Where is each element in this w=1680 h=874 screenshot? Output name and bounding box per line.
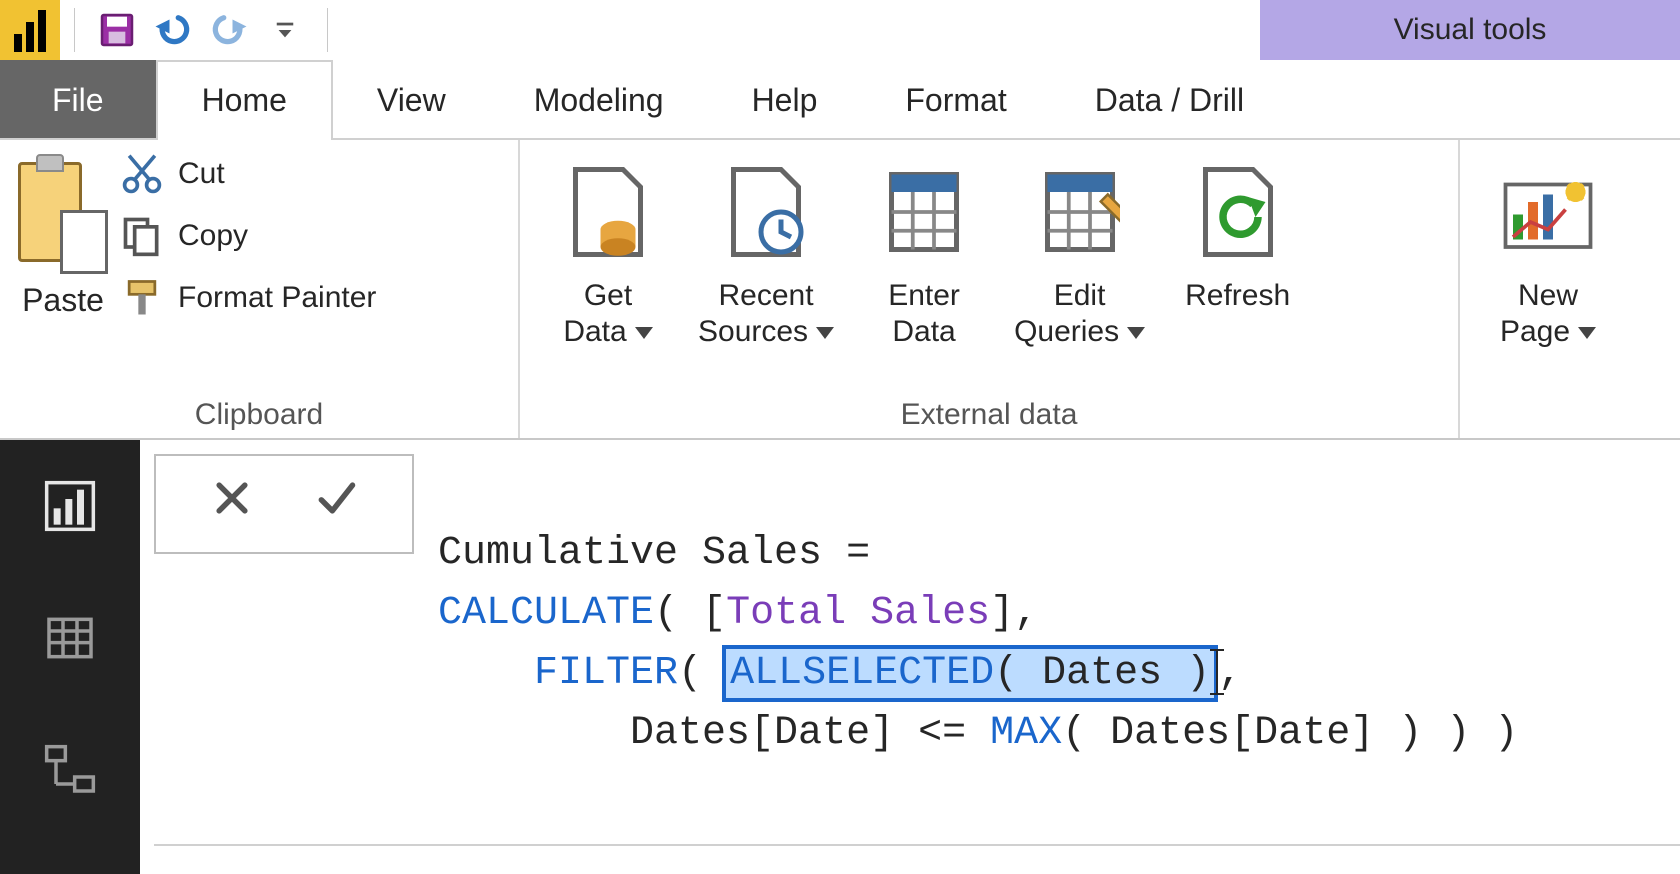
dax-column-ref: Dates[Date] — [1110, 711, 1374, 756]
contextual-tab-header: Visual tools — [1260, 0, 1680, 60]
customize-qat-button[interactable] — [261, 6, 309, 54]
commit-formula-button[interactable] — [314, 476, 358, 532]
dax-measure-name: Cumulative Sales — [438, 531, 822, 576]
separator — [74, 8, 75, 52]
get-data-label: Get Data — [563, 279, 632, 348]
paste-label: Paste — [22, 282, 104, 319]
edit-queries-icon — [1030, 152, 1130, 272]
tab-help[interactable]: Help — [708, 60, 862, 138]
chevron-down-icon — [1578, 314, 1596, 350]
refresh-button[interactable]: Refresh — [1165, 148, 1310, 314]
recent-sources-label: Recent Sources — [698, 279, 814, 348]
edit-queries-button[interactable]: Edit Queries — [994, 148, 1165, 350]
formula-zone: Cumulative Sales = CALCULATE( [Total Sal… — [140, 440, 1680, 874]
refresh-label: Refresh — [1185, 279, 1290, 312]
tab-file[interactable]: File — [0, 60, 156, 138]
separator — [327, 8, 328, 52]
recent-sources-icon — [716, 152, 816, 272]
enter-data-button[interactable]: Enter Data — [854, 148, 994, 350]
copy-icon — [120, 214, 164, 258]
format-painter-icon — [120, 276, 164, 320]
ribbon-group-title: External data — [538, 394, 1440, 434]
ribbon-group-insert: New Page — [1460, 140, 1680, 438]
format-painter-label: Format Painter — [178, 281, 376, 315]
app-logo-icon — [0, 0, 60, 60]
tab-home[interactable]: Home — [156, 60, 333, 138]
undo-button[interactable] — [149, 6, 197, 54]
ribbon-group-title — [1478, 394, 1662, 434]
paste-button[interactable]: Paste — [18, 148, 120, 319]
report-canvas[interactable] — [154, 844, 1680, 874]
model-view-button[interactable] — [34, 734, 106, 806]
qat-left-group — [0, 0, 342, 60]
work-area: Cumulative Sales = CALCULATE( [Total Sal… — [0, 440, 1680, 874]
contextual-tab-label: Visual tools — [1394, 13, 1547, 47]
cut-button[interactable]: Cut — [120, 152, 376, 196]
paste-icon — [18, 154, 108, 274]
new-page-icon — [1498, 152, 1598, 272]
cut-label: Cut — [178, 157, 225, 191]
chevron-down-icon — [816, 314, 834, 350]
dax-token: = — [822, 531, 894, 576]
enter-data-label: Enter Data — [888, 279, 960, 348]
view-switcher-rail — [0, 440, 140, 874]
quick-access-toolbar: Visual tools — [0, 0, 1680, 60]
tab-format[interactable]: Format — [861, 60, 1050, 138]
ribbon-tabs: File Home View Modeling Help Format Data… — [0, 60, 1680, 140]
tab-label: Data / Drill — [1095, 82, 1244, 119]
tab-label: Home — [202, 82, 287, 119]
text-caret-icon — [1216, 649, 1218, 695]
copy-label: Copy — [178, 219, 248, 253]
chevron-down-icon — [1127, 314, 1145, 350]
format-painter-button[interactable]: Format Painter — [120, 276, 376, 320]
tab-label: View — [377, 82, 446, 119]
dax-fn-allselected: ALLSELECTED — [730, 651, 994, 696]
enter-data-icon — [874, 152, 974, 272]
dax-fn-calculate: CALCULATE — [438, 591, 654, 636]
tab-data-drill[interactable]: Data / Drill — [1051, 60, 1288, 138]
scissors-icon — [120, 152, 164, 196]
ribbon: Paste Cut Copy — [0, 140, 1680, 440]
dax-table-ref: Dates — [1042, 651, 1162, 696]
get-data-button[interactable]: Get Data — [538, 148, 678, 350]
new-page-label: New Page — [1500, 279, 1578, 348]
chevron-down-icon — [635, 314, 653, 350]
tab-view[interactable]: View — [333, 60, 490, 138]
tab-label: File — [52, 82, 104, 119]
dax-measure-ref: Total Sales — [726, 591, 990, 636]
edit-queries-label: Edit Queries — [1014, 279, 1119, 348]
formula-editor[interactable]: Cumulative Sales = CALCULATE( [Total Sal… — [414, 454, 1680, 824]
tab-label: Modeling — [534, 82, 664, 119]
cancel-formula-button[interactable] — [210, 476, 254, 532]
dax-column-ref: Dates[Date] — [630, 711, 894, 756]
dax-operator: <= — [918, 711, 966, 756]
save-button[interactable] — [93, 6, 141, 54]
data-view-button[interactable] — [34, 602, 106, 674]
copy-button[interactable]: Copy — [120, 214, 376, 258]
recent-sources-button[interactable]: Recent Sources — [678, 148, 854, 350]
redo-button[interactable] — [205, 6, 253, 54]
ribbon-group-title: Clipboard — [18, 394, 500, 434]
tab-label: Format — [905, 82, 1006, 119]
tab-modeling[interactable]: Modeling — [490, 60, 708, 138]
dax-fn-filter: FILTER — [534, 651, 678, 696]
report-view-button[interactable] — [34, 470, 106, 542]
new-page-button[interactable]: New Page — [1478, 148, 1618, 350]
dax-selection: ALLSELECTED( Dates ) — [726, 649, 1214, 698]
formula-bar-controls — [154, 454, 414, 554]
tab-label: Help — [752, 82, 818, 119]
dax-fn-max: MAX — [990, 711, 1062, 756]
get-data-icon — [558, 152, 658, 272]
ribbon-group-clipboard: Paste Cut Copy — [0, 140, 520, 438]
refresh-icon — [1188, 152, 1288, 272]
ribbon-group-external-data: Get Data Recent Sources — [520, 140, 1460, 438]
